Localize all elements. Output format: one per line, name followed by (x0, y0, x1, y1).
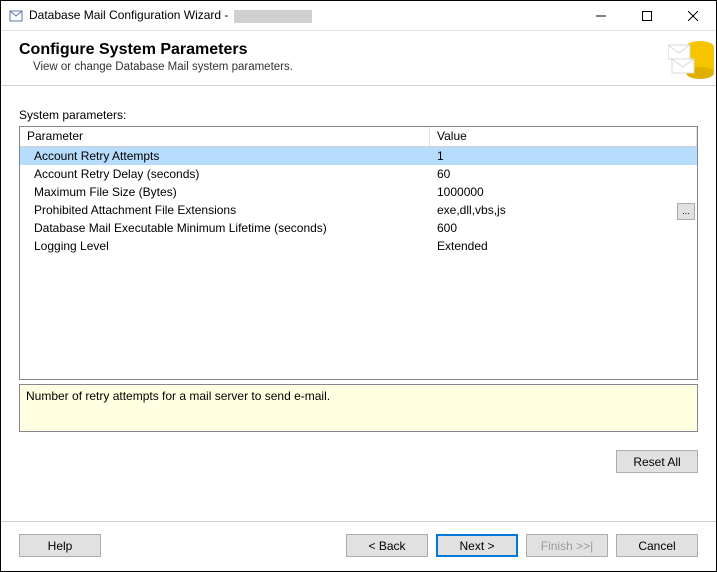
header-graphic-icon (668, 35, 716, 83)
description-box: Number of retry attempts for a mail serv… (19, 384, 698, 432)
value-cell[interactable]: 600 (430, 221, 697, 235)
param-cell: Account Retry Delay (seconds) (20, 167, 430, 181)
app-icon (9, 9, 23, 23)
grid-body: Account Retry Attempts1Account Retry Del… (20, 147, 697, 255)
grid-row[interactable]: Logging LevelExtended (20, 237, 697, 255)
grid-label: System parameters: (19, 108, 698, 122)
ellipsis-button[interactable]: ... (677, 203, 695, 220)
cancel-button[interactable]: Cancel (616, 534, 698, 557)
redacted-server-name (234, 10, 312, 23)
close-button[interactable] (670, 1, 716, 31)
value-cell[interactable]: exe,dll,vbs,js... (430, 203, 697, 217)
content-area: System parameters: Parameter Value Accou… (1, 86, 716, 521)
value-cell[interactable]: 1 (430, 149, 697, 163)
value-cell[interactable]: 60 (430, 167, 697, 181)
page-title: Configure System Parameters (19, 41, 698, 59)
reset-all-button[interactable]: Reset All (616, 450, 698, 473)
help-button[interactable]: Help (19, 534, 101, 557)
page-subtitle: View or change Database Mail system para… (19, 61, 698, 73)
window-title: Database Mail Configuration Wizard - (29, 8, 312, 22)
back-button[interactable]: < Back (346, 534, 428, 557)
param-cell: Maximum File Size (Bytes) (20, 185, 430, 199)
value-cell[interactable]: 1000000 (430, 185, 697, 199)
grid-row[interactable]: Database Mail Executable Minimum Lifetim… (20, 219, 697, 237)
titlebar: Database Mail Configuration Wizard - (1, 1, 716, 31)
grid-row[interactable]: Maximum File Size (Bytes)1000000 (20, 183, 697, 201)
next-button[interactable]: Next > (436, 534, 518, 557)
wizard-header: Configure System Parameters View or chan… (1, 31, 716, 86)
column-header-value[interactable]: Value (430, 127, 697, 146)
maximize-button[interactable] (624, 1, 670, 31)
grid-row[interactable]: Prohibited Attachment File Extensionsexe… (20, 201, 697, 219)
grid-row[interactable]: Account Retry Delay (seconds)60 (20, 165, 697, 183)
wizard-footer: Help < Back Next > Finish >>| Cancel (1, 521, 716, 571)
column-header-parameter[interactable]: Parameter (20, 127, 430, 146)
param-cell: Database Mail Executable Minimum Lifetim… (20, 221, 430, 235)
grid-row[interactable]: Account Retry Attempts1 (20, 147, 697, 165)
param-cell: Prohibited Attachment File Extensions (20, 203, 430, 217)
finish-button: Finish >>| (526, 534, 608, 557)
param-cell: Account Retry Attempts (20, 149, 430, 163)
value-cell[interactable]: Extended (430, 239, 697, 253)
parameters-grid[interactable]: Parameter Value Account Retry Attempts1A… (19, 126, 698, 380)
param-cell: Logging Level (20, 239, 430, 253)
grid-header: Parameter Value (20, 127, 697, 147)
minimize-button[interactable] (578, 1, 624, 31)
